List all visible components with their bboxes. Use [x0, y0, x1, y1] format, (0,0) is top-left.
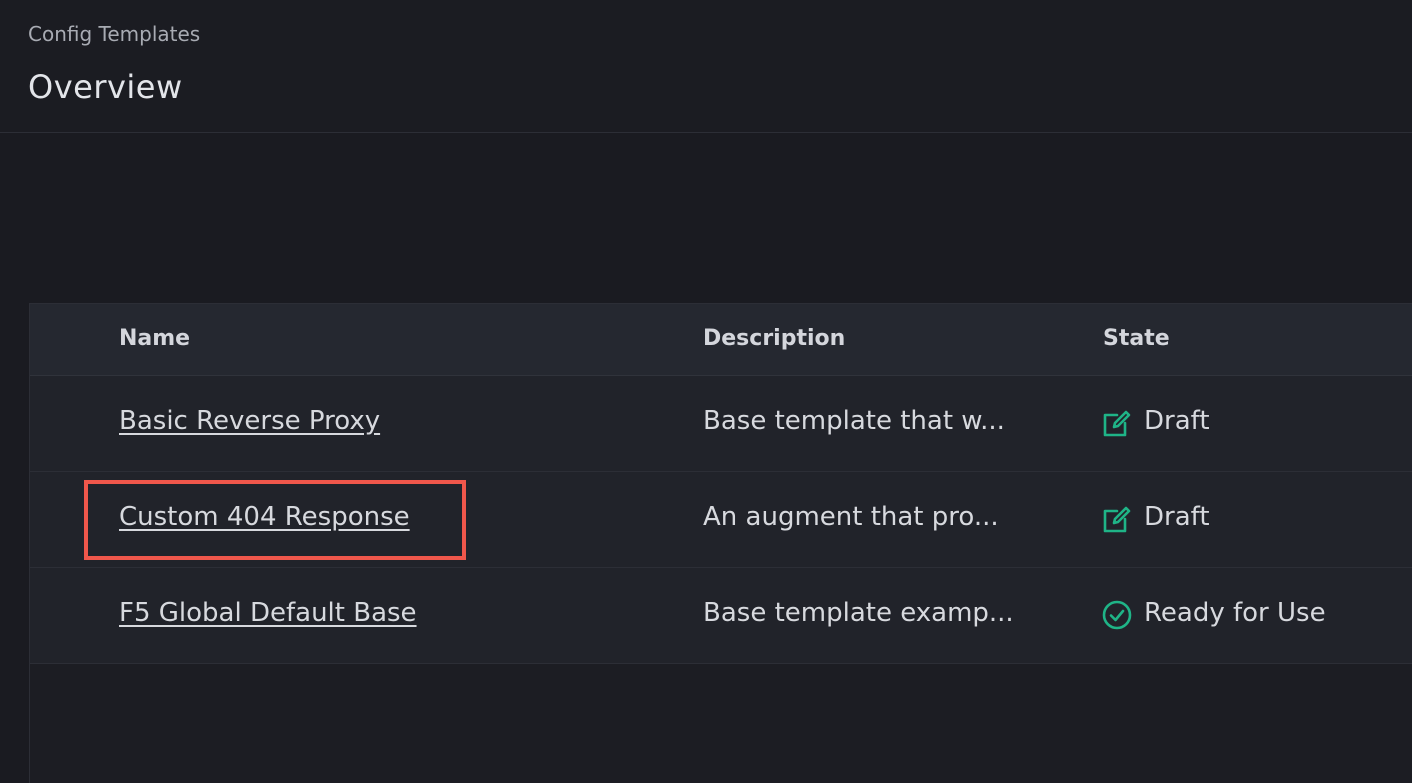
edit-icon: [1103, 410, 1131, 437]
column-header-name[interactable]: Name: [119, 326, 190, 351]
state-label: Ready for Use: [1144, 598, 1326, 628]
page-header: Config Templates Overview: [0, 0, 1412, 133]
edit-icon: [1103, 506, 1131, 533]
table-row: F5 Global Default Base Base template exa…: [30, 568, 1412, 664]
description-cell: Base template examp...: [703, 598, 1014, 628]
column-header-state[interactable]: State: [1103, 326, 1170, 351]
page-title: Overview: [28, 68, 183, 106]
template-link-basic-reverse-proxy[interactable]: Basic Reverse Proxy: [119, 406, 380, 436]
table-row: Basic Reverse Proxy Base template that w…: [30, 376, 1412, 472]
template-link-custom-404-response[interactable]: Custom 404 Response: [119, 502, 410, 532]
column-header-description[interactable]: Description: [703, 326, 845, 351]
description-cell: Base template that w...: [703, 406, 1005, 436]
check-circle-icon: [1102, 600, 1132, 630]
name-cell: F5 Global Default Base: [119, 598, 417, 628]
template-link-f5-global-default-base[interactable]: F5 Global Default Base: [119, 598, 417, 628]
state-label: Draft: [1144, 406, 1210, 436]
breadcrumb-config-templates[interactable]: Config Templates: [28, 22, 200, 46]
name-cell: Custom 404 Response: [119, 502, 410, 532]
description-cell: An augment that pro...: [703, 502, 999, 532]
table-header: Name Description State: [30, 304, 1412, 376]
name-cell: Basic Reverse Proxy: [119, 406, 380, 436]
state-label: Draft: [1144, 502, 1210, 532]
table-row: Custom 404 Response An augment that pro.…: [30, 472, 1412, 568]
templates-table: Name Description State Basic Reverse Pro…: [29, 303, 1412, 783]
